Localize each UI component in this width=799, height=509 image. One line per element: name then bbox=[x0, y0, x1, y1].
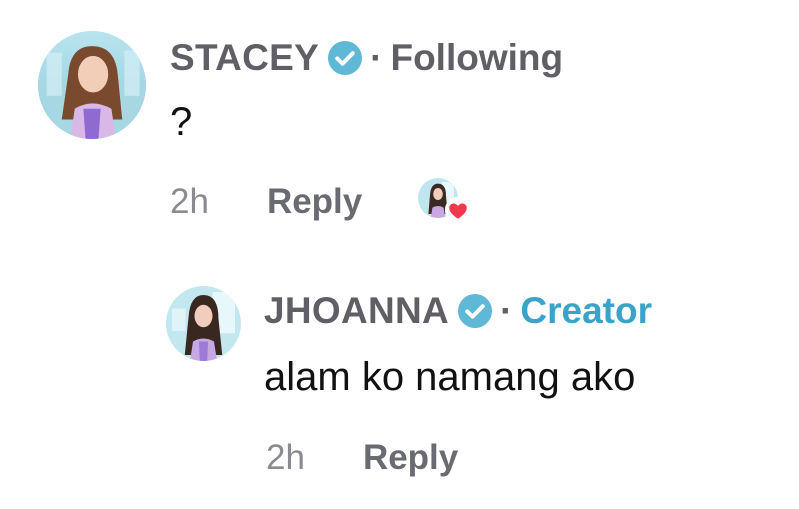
username[interactable]: JHOANNA bbox=[264, 290, 449, 332]
avatar-image bbox=[38, 31, 146, 139]
reply-text: alam ko namang ako bbox=[264, 355, 636, 399]
avatar-jhoanna[interactable] bbox=[166, 286, 241, 361]
heart-icon bbox=[444, 196, 472, 224]
comment-text: ? bbox=[170, 100, 193, 144]
reply-button[interactable]: Reply bbox=[363, 438, 458, 478]
timestamp: 2h bbox=[170, 182, 209, 221]
avatar-stacey[interactable] bbox=[38, 31, 146, 139]
username[interactable]: STACEY bbox=[170, 37, 319, 79]
comment-header: STACEY · Following bbox=[170, 33, 563, 83]
reply-actions: 2h Reply bbox=[266, 436, 458, 480]
verified-badge-icon bbox=[458, 294, 493, 328]
reply-button[interactable]: Reply bbox=[267, 182, 362, 222]
avatar-image bbox=[166, 286, 241, 361]
verified-badge-icon bbox=[328, 41, 363, 75]
reply-header: JHOANNA · Creator bbox=[264, 286, 652, 336]
separator-dot: · bbox=[370, 37, 383, 78]
creator-label: Creator bbox=[520, 290, 652, 331]
liked-by-creator-indicator bbox=[418, 178, 472, 224]
comment-actions: 2h Reply bbox=[170, 180, 362, 224]
timestamp: 2h bbox=[266, 438, 305, 477]
separator-dot: · bbox=[500, 290, 513, 331]
following-label: Following bbox=[390, 37, 564, 78]
